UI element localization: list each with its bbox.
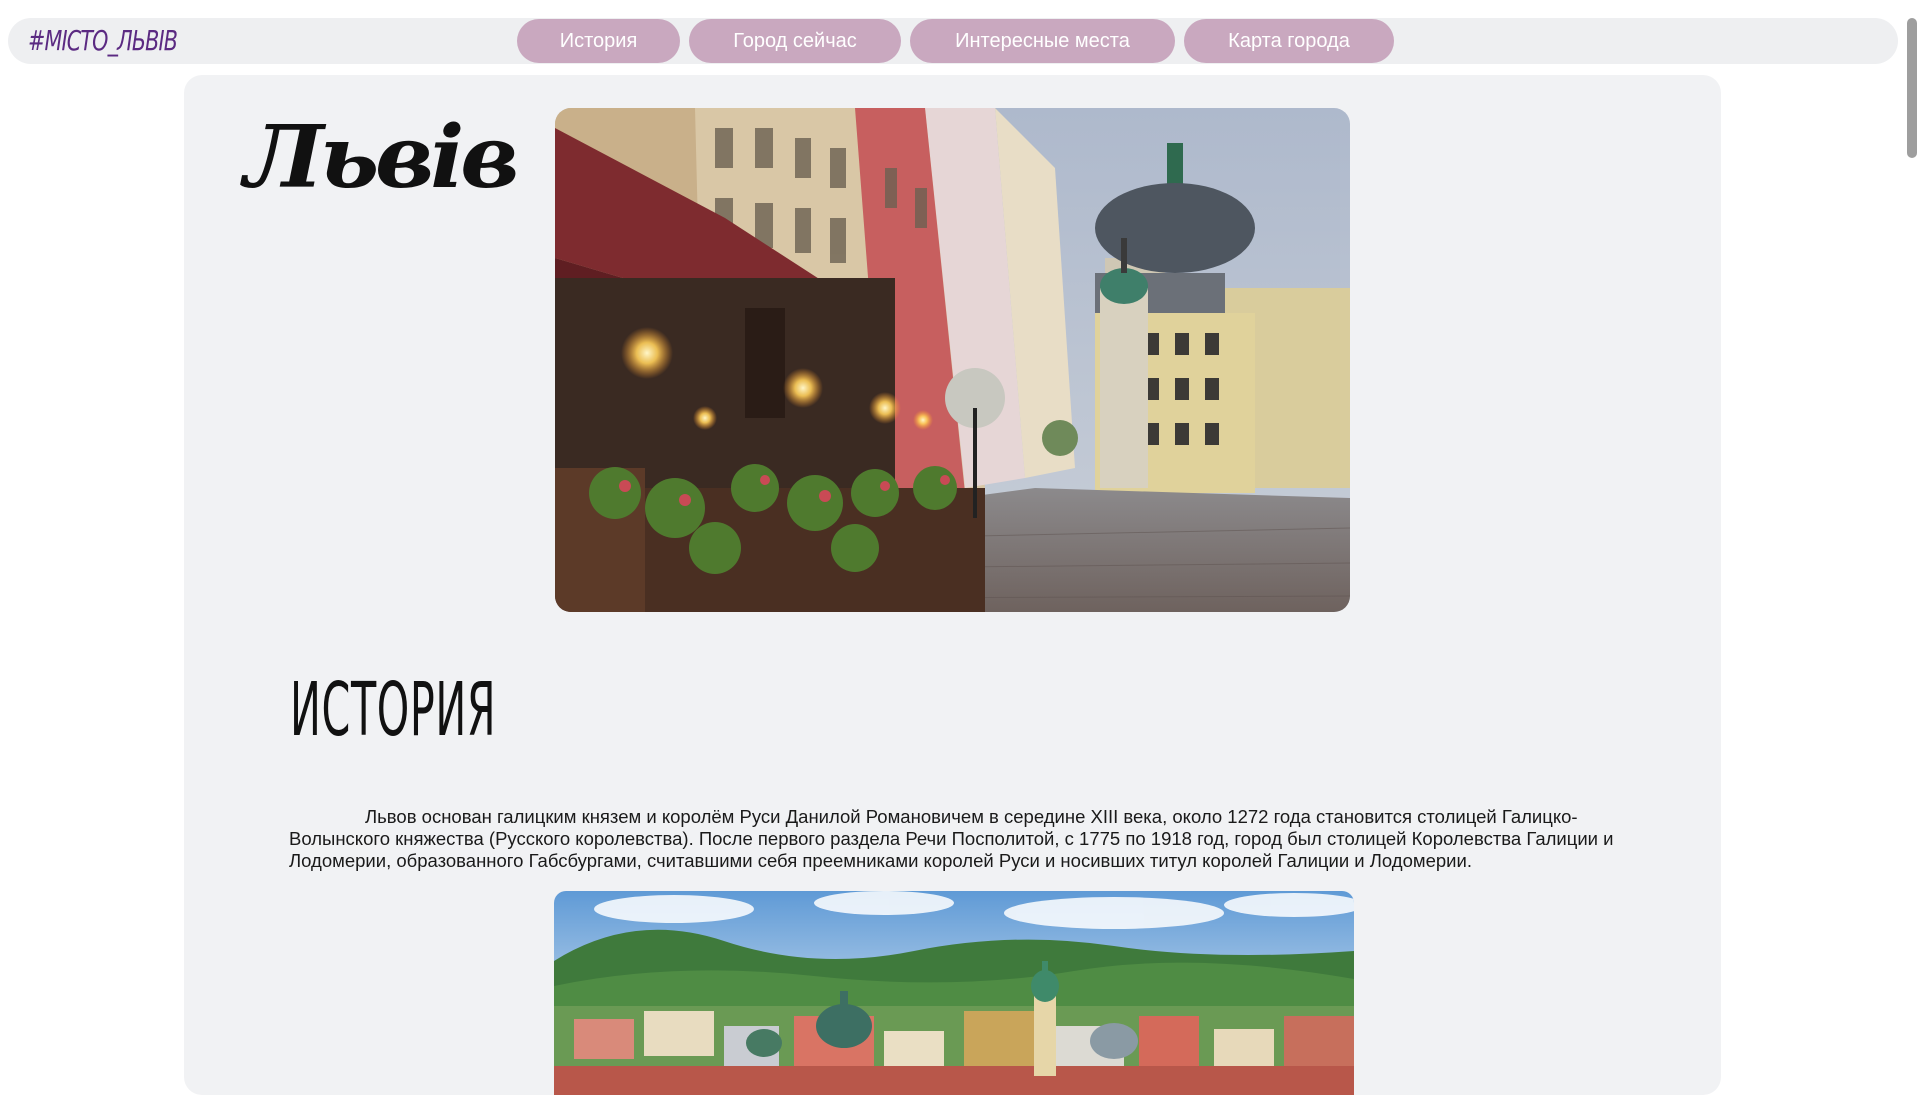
main-content-card: Львів ИСТОРИЯ Львов основан галицким кня… — [184, 75, 1721, 1095]
scrollbar-thumb[interactable] — [1907, 18, 1917, 158]
history-section-title: ИСТОРИЯ — [290, 667, 497, 753]
hero-street-photo — [555, 108, 1350, 612]
top-navigation-bar: #МІСТО_ЛЬВІВ История Город сейчас Интере… — [8, 18, 1898, 64]
nav-button-city-map[interactable]: Карта города — [1184, 19, 1394, 63]
main-nav: История Город сейчас Интересные места Ка… — [517, 19, 1394, 63]
nav-button-city-now[interactable]: Город сейчас — [689, 19, 901, 63]
city-panorama-photo — [554, 891, 1354, 1095]
site-logo[interactable]: #МІСТО_ЛЬВІВ — [28, 23, 178, 59]
nav-button-places[interactable]: Интересные места — [910, 19, 1175, 63]
page-scrollbar[interactable] — [1902, 0, 1920, 1080]
history-paragraph: Львов основан галицким князем и королём … — [289, 806, 1614, 871]
nav-button-history[interactable]: История — [517, 19, 680, 63]
city-title: Львів — [244, 107, 520, 208]
